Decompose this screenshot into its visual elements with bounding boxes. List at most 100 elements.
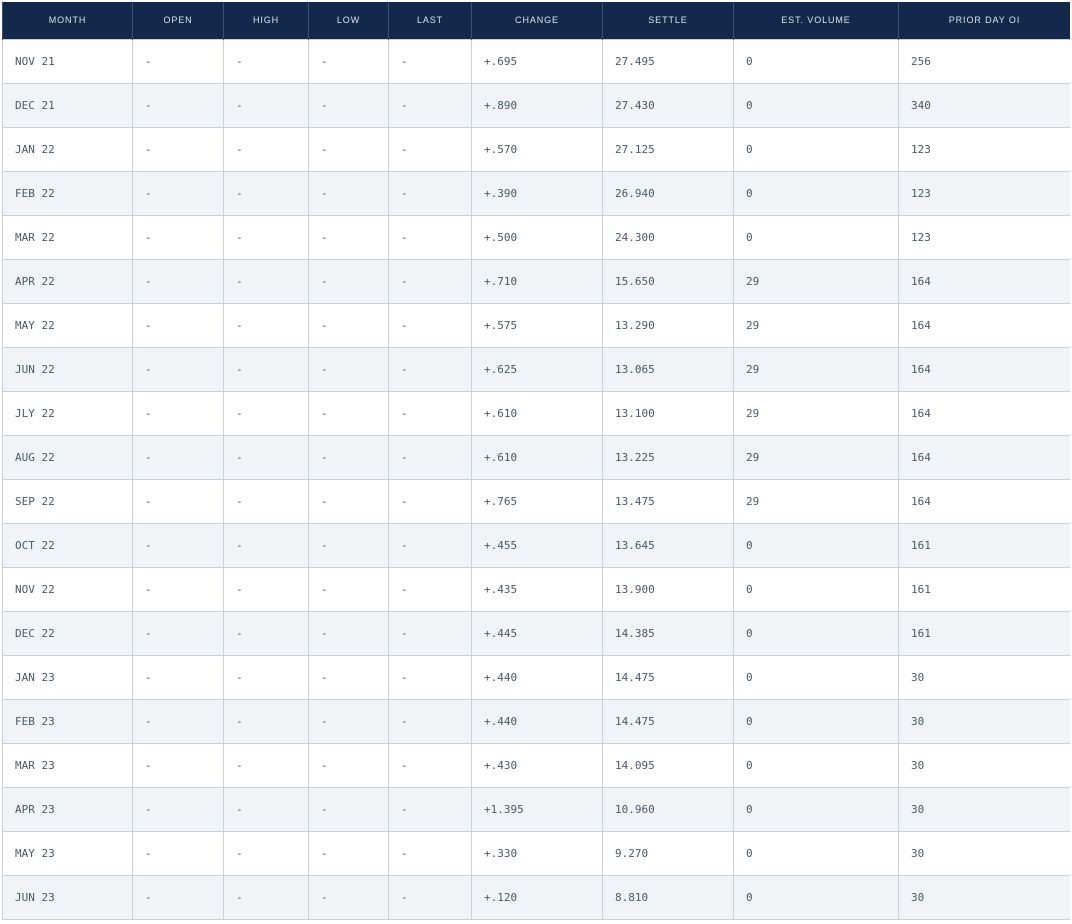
last-cell: -	[388, 698, 472, 744]
open-cell: -	[132, 434, 224, 480]
settle-cell: 10.960	[602, 786, 734, 832]
prior-day-oi-cell: 30	[898, 698, 1070, 744]
high-cell: -	[223, 874, 309, 920]
last-cell: -	[388, 390, 472, 436]
month-cell: APR 23	[2, 786, 133, 832]
high-cell: -	[223, 478, 309, 524]
high-cell: -	[223, 82, 309, 128]
last-cell: -	[388, 38, 472, 84]
prior-day-oi-cell: 30	[898, 786, 1070, 832]
high-cell: -	[223, 742, 309, 788]
settle-cell: 14.095	[602, 742, 734, 788]
low-cell: -	[308, 786, 389, 832]
column-header-change: CHANGE	[471, 2, 603, 39]
month-cell: FEB 22	[2, 170, 133, 216]
est-volume-cell: 29	[733, 390, 899, 436]
change-cell: +.435	[471, 566, 603, 612]
open-cell: -	[132, 654, 224, 700]
settle-cell: 27.430	[602, 82, 734, 128]
low-cell: -	[308, 258, 389, 304]
low-cell: -	[308, 742, 389, 788]
low-cell: -	[308, 126, 389, 172]
header-row: MONTH OPEN HIGH LOW LAST CHANGE SETTLE E…	[2, 2, 1070, 39]
table-row: AUG 22- - - - +.610 13.225 29 164	[2, 434, 1070, 480]
open-cell: -	[132, 170, 224, 216]
est-volume-cell: 0	[733, 874, 899, 920]
month-cell: OCT 22	[2, 522, 133, 568]
high-cell: -	[223, 654, 309, 700]
low-cell: -	[308, 522, 389, 568]
month-cell: NOV 22	[2, 566, 133, 612]
change-cell: +.610	[471, 390, 603, 436]
low-cell: -	[308, 478, 389, 524]
low-cell: -	[308, 170, 389, 216]
change-cell: +.455	[471, 522, 603, 568]
est-volume-cell: 29	[733, 434, 899, 480]
last-cell: -	[388, 522, 472, 568]
open-cell: -	[132, 566, 224, 612]
open-cell: -	[132, 478, 224, 524]
settlements-table-container: MONTH OPEN HIGH LOW LAST CHANGE SETTLE E…	[2, 2, 1070, 924]
table-row: MAR 23- - - - +.430 14.095 0 30	[2, 742, 1070, 788]
change-cell: +.710	[471, 258, 603, 304]
column-header-est-volume: EST. VOLUME	[733, 2, 899, 39]
high-cell: -	[223, 302, 309, 348]
change-cell: +.445	[471, 610, 603, 656]
last-cell: -	[388, 742, 472, 788]
last-cell: -	[388, 566, 472, 612]
open-cell: -	[132, 786, 224, 832]
est-volume-cell: 0	[733, 786, 899, 832]
settle-cell: 8.810	[602, 874, 734, 920]
low-cell: -	[308, 698, 389, 744]
settle-cell: 13.645	[602, 522, 734, 568]
est-volume-cell: 0	[733, 742, 899, 788]
prior-day-oi-cell: 123	[898, 126, 1070, 172]
low-cell: -	[308, 214, 389, 260]
prior-day-oi-cell: 30	[898, 830, 1070, 876]
settle-cell: 13.065	[602, 346, 734, 392]
open-cell: -	[132, 522, 224, 568]
open-cell: -	[132, 258, 224, 304]
table-row: NOV 21- - - - +.695 27.495 0 256	[2, 38, 1070, 84]
prior-day-oi-cell: 256	[898, 38, 1070, 84]
low-cell: -	[308, 38, 389, 84]
column-header-month: MONTH	[2, 2, 133, 39]
open-cell: -	[132, 610, 224, 656]
prior-day-oi-cell: 30	[898, 654, 1070, 700]
low-cell: -	[308, 82, 389, 128]
est-volume-cell: 29	[733, 302, 899, 348]
est-volume-cell: 29	[733, 346, 899, 392]
est-volume-cell: 0	[733, 522, 899, 568]
change-cell: +1.395	[471, 786, 603, 832]
change-cell: +.570	[471, 126, 603, 172]
table-row: DEC 21- - - - +.890 27.430 0 340	[2, 82, 1070, 128]
change-cell: +.390	[471, 170, 603, 216]
month-cell: JLY 22	[2, 390, 133, 436]
prior-day-oi-cell: 30	[898, 874, 1070, 920]
settle-cell: 9.270	[602, 830, 734, 876]
low-cell: -	[308, 302, 389, 348]
last-cell: -	[388, 830, 472, 876]
month-cell: AUG 22	[2, 434, 133, 480]
last-cell: -	[388, 654, 472, 700]
open-cell: -	[132, 82, 224, 128]
column-header-low: LOW	[308, 2, 389, 39]
month-cell: FEB 23	[2, 698, 133, 744]
low-cell: -	[308, 830, 389, 876]
high-cell: -	[223, 698, 309, 744]
low-cell: -	[308, 390, 389, 436]
month-cell: JUN 23	[2, 874, 133, 920]
prior-day-oi-cell: 164	[898, 346, 1070, 392]
change-cell: +.440	[471, 654, 603, 700]
open-cell: -	[132, 126, 224, 172]
low-cell: -	[308, 566, 389, 612]
settle-cell: 26.940	[602, 170, 734, 216]
prior-day-oi-cell: 164	[898, 434, 1070, 480]
change-cell: +.430	[471, 742, 603, 788]
open-cell: -	[132, 742, 224, 788]
open-cell: -	[132, 346, 224, 392]
low-cell: -	[308, 610, 389, 656]
last-cell: -	[388, 82, 472, 128]
low-cell: -	[308, 434, 389, 480]
last-cell: -	[388, 302, 472, 348]
